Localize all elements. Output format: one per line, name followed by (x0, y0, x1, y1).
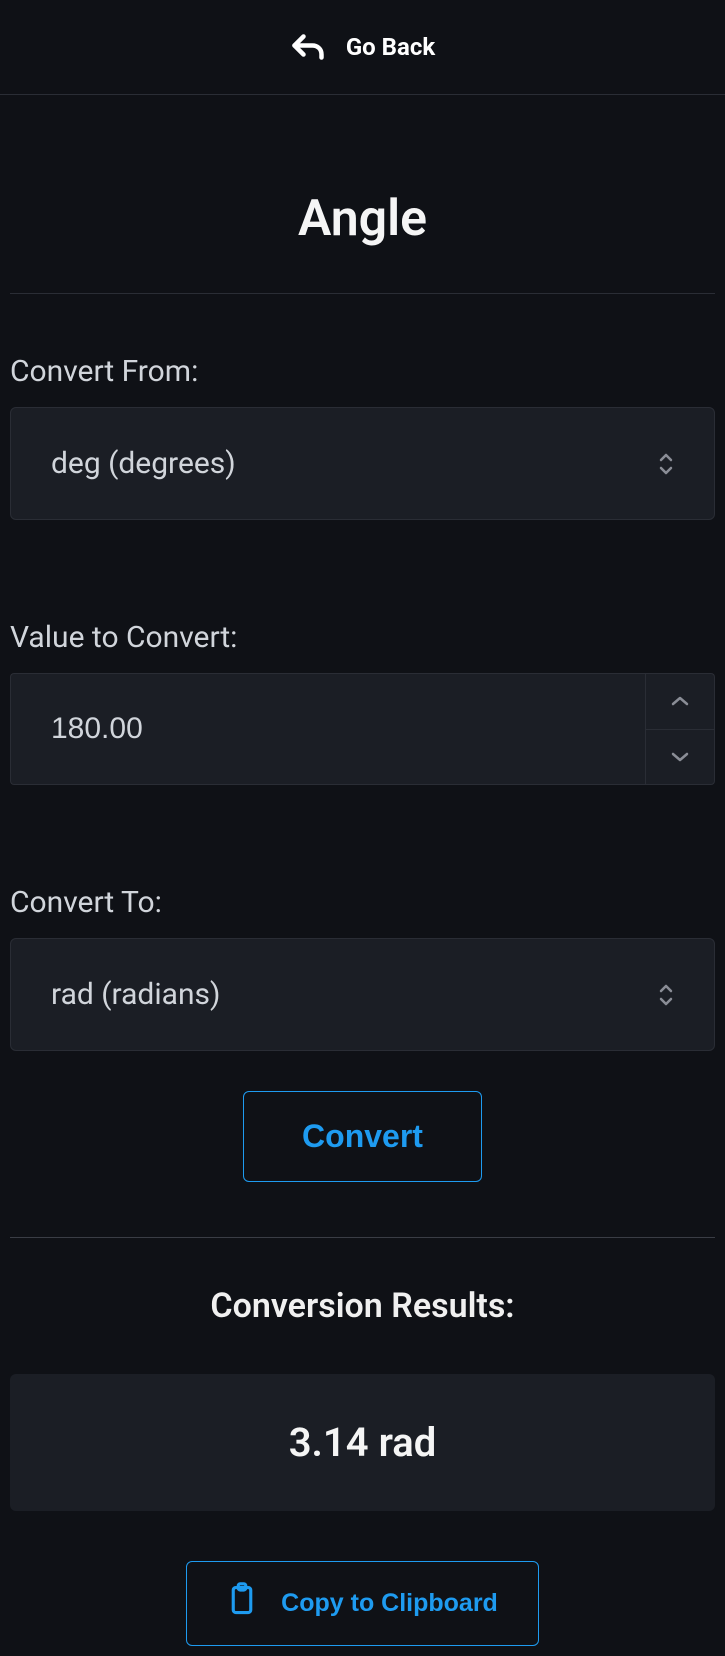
convert-button[interactable]: Convert (243, 1091, 482, 1182)
copy-to-clipboard-button[interactable]: Copy to Clipboard (186, 1561, 539, 1646)
header-back-link[interactable]: Go Back (0, 0, 725, 95)
stepper-down-button[interactable] (645, 729, 715, 786)
results-divider (10, 1237, 715, 1238)
go-back-label: Go Back (346, 33, 435, 61)
select-chevrons-icon (657, 452, 675, 476)
copy-button-label: Copy to Clipboard (281, 1589, 498, 1618)
back-arrow-icon (290, 32, 326, 62)
clipboard-icon (227, 1582, 257, 1625)
stepper-up-button[interactable] (645, 673, 715, 729)
convert-to-value: rad (radians) (10, 938, 715, 1051)
results-title: Conversion Results: (10, 1286, 715, 1326)
select-chevrons-icon (657, 983, 675, 1007)
value-to-convert-label: Value to Convert: (10, 620, 715, 655)
page-title: Angle (10, 190, 715, 248)
value-input[interactable] (10, 673, 645, 785)
convert-to-select[interactable]: rad (radians) (10, 938, 715, 1051)
result-value: 3.14 rad (10, 1374, 715, 1511)
convert-from-value: deg (degrees) (10, 407, 715, 520)
title-divider (10, 293, 715, 294)
convert-to-label: Convert To: (10, 885, 715, 920)
chevron-down-icon (669, 750, 691, 764)
chevron-up-icon (669, 694, 691, 708)
convert-from-select[interactable]: deg (degrees) (10, 407, 715, 520)
convert-from-label: Convert From: (10, 354, 715, 389)
